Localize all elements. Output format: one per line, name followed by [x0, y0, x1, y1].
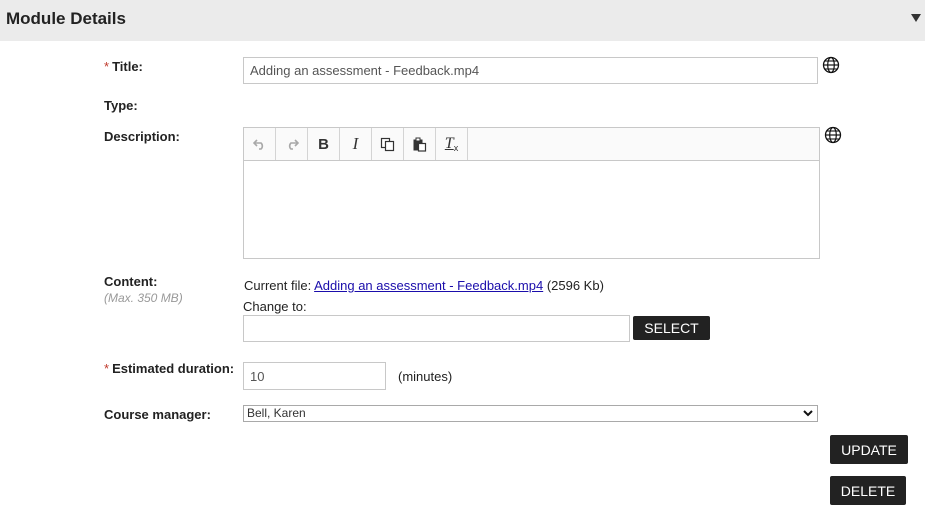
undo-icon[interactable]: [244, 128, 276, 160]
redo-icon[interactable]: [276, 128, 308, 160]
description-label: Description:: [104, 129, 180, 144]
duration-label: * Estimated duration:: [104, 361, 234, 376]
required-mark: *: [104, 361, 110, 376]
chevron-down-icon: [803, 410, 813, 417]
course-manager-selected: Bell, Karen: [247, 406, 306, 420]
globe-icon[interactable]: [822, 56, 840, 74]
course-manager-label: Course manager:: [104, 407, 211, 422]
update-button[interactable]: UPDATE: [830, 435, 908, 464]
paste-icon[interactable]: [404, 128, 436, 160]
current-file-prefix: Current file:: [244, 278, 312, 293]
current-file-size: (2596 Kb): [546, 278, 604, 293]
copy-icon[interactable]: [372, 128, 404, 160]
content-label: Content:: [104, 274, 158, 289]
duration-unit: (minutes): [398, 369, 453, 384]
required-mark: *: [104, 59, 110, 74]
current-file-line: Current file: Adding an assessment - Fee…: [244, 278, 604, 293]
italic-icon[interactable]: I: [340, 128, 372, 160]
title-label-text: Title:: [112, 59, 143, 74]
change-to-file-input[interactable]: [243, 315, 630, 342]
description-editor[interactable]: B I Tx: [243, 127, 820, 259]
current-file-link[interactable]: Adding an assessment - Feedback.mp4: [314, 278, 543, 293]
clear-format-icon[interactable]: Tx: [436, 128, 468, 160]
duration-input[interactable]: [243, 362, 386, 390]
title-label: * Title:: [104, 59, 143, 74]
globe-icon[interactable]: [824, 126, 842, 144]
type-label: Type:: [104, 98, 138, 113]
content-size-hint: (Max. 350 MB): [104, 291, 183, 305]
section-title: Module Details: [6, 9, 126, 28]
title-input[interactable]: [243, 57, 818, 84]
duration-label-text: Estimated duration:: [112, 361, 235, 376]
change-to-label: Change to:: [243, 299, 307, 314]
editor-toolbar: B I Tx: [244, 128, 819, 161]
select-file-button[interactable]: SELECT: [633, 316, 710, 340]
course-manager-select[interactable]: Bell, Karen: [243, 405, 818, 422]
module-details-header[interactable]: Module Details: [0, 0, 925, 41]
description-text-area[interactable]: [244, 161, 819, 258]
bold-icon[interactable]: B: [308, 128, 340, 160]
triangle-down-icon[interactable]: [911, 14, 921, 22]
delete-button[interactable]: DELETE: [830, 476, 906, 505]
